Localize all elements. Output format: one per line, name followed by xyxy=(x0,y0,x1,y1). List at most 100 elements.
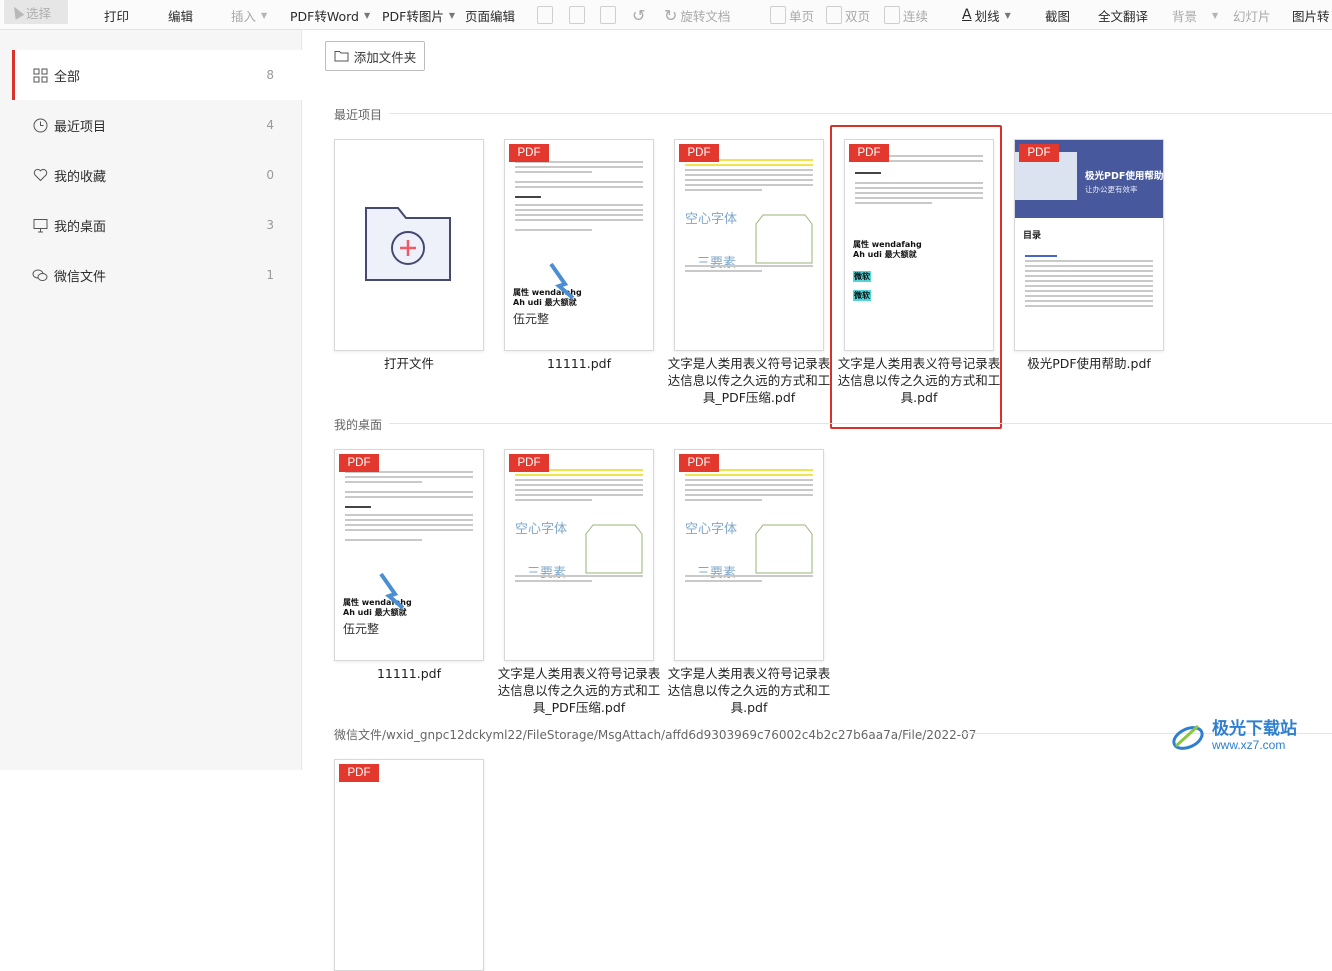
strikethrough-label: 划线 xyxy=(974,8,1000,24)
file-name: 文字是人类用表义符号记录表达信息以传之久远的方式和工具.pdf xyxy=(667,666,831,715)
image-convert-label: 图片转 xyxy=(1292,8,1330,24)
folder-icon xyxy=(334,51,349,62)
heart-font-text: 空心字体 xyxy=(685,212,738,227)
pdf-badge: PDF xyxy=(509,454,549,472)
replace-page-button[interactable] xyxy=(600,0,616,29)
insert-label: 插入 xyxy=(231,8,257,24)
file-name: 文字是人类用表义符号记录表达信息以传之久远的方式和工具_PDF压缩.pdf xyxy=(667,356,831,405)
file-name: 极光PDF使用帮助.pdf xyxy=(1027,356,1151,371)
rotate-doc-label: 旋转文档 xyxy=(680,8,731,24)
full-translate-button[interactable]: 全文翻译 xyxy=(1098,0,1149,29)
single-page-button[interactable]: 单页 xyxy=(770,0,814,29)
pdf-badge: PDF xyxy=(339,454,379,472)
rotate-left-button[interactable]: ↺ xyxy=(632,0,645,29)
single-page-icon xyxy=(770,6,786,24)
sidebar-item-count: 3 xyxy=(266,218,274,232)
sidebar: 全部 8 最近项目 4 我的收藏 0 我的桌面 3 微信文件 1 xyxy=(0,30,302,770)
sidebar-item-recent[interactable]: 最近项目 4 xyxy=(12,100,302,150)
section-title-recent: 最近项目 xyxy=(334,108,383,122)
chevron-down-icon: ▼ xyxy=(1004,10,1011,20)
section-divider xyxy=(389,113,1332,114)
file-name: 11111.pdf xyxy=(546,356,611,371)
slideshow-button[interactable]: 幻灯片 xyxy=(1233,0,1271,29)
grid-icon xyxy=(32,67,48,83)
select-tool-label: 选择 xyxy=(26,5,52,21)
help-subtitle: 让办公更有效率 xyxy=(1085,185,1138,194)
strikethrough-menu[interactable]: A 划线 ▼ xyxy=(962,0,1011,29)
file-thumbnail xyxy=(334,139,484,351)
full-translate-label: 全文翻译 xyxy=(1098,8,1149,24)
screenshot-label: 截图 xyxy=(1045,8,1071,24)
image-convert-button[interactable]: 图片转 xyxy=(1292,0,1330,29)
double-page-label: 双页 xyxy=(845,8,871,24)
wechat-icon xyxy=(32,267,48,283)
chevron-down-icon: ▼ xyxy=(1212,10,1219,20)
add-folder-button[interactable]: 添加文件夹 xyxy=(325,41,425,71)
sidebar-item-favorites[interactable]: 我的收藏 0 xyxy=(12,150,302,200)
pdf-badge: PDF xyxy=(509,144,549,162)
file-name: 文字是人类用表义符号记录表达信息以传之久远的方式和工具_PDF压缩.pdf xyxy=(497,666,661,715)
lightning-icon xyxy=(379,572,405,610)
file-thumbnail: 属性 wendafahg Ah udi 最大额就 伍元整 PDF xyxy=(334,449,484,661)
sidebar-item-count: 0 xyxy=(266,168,274,182)
edit-button[interactable]: 编辑 xyxy=(168,0,194,29)
page-replace-icon xyxy=(600,6,616,24)
rotate-doc-button[interactable]: ↻ 旋转文档 xyxy=(664,0,731,29)
page-preview xyxy=(345,468,473,544)
sidebar-item-count: 8 xyxy=(266,68,274,82)
watermark-url: www.xz7.com xyxy=(1212,738,1286,752)
background-menu[interactable]: 背景 ▼ xyxy=(1172,0,1219,29)
section-divider xyxy=(389,423,1332,424)
pdf-badge: PDF xyxy=(679,454,719,472)
file-thumbnail: 空心字体 三要素 PDF xyxy=(674,139,824,351)
sidebar-item-label: 最近项目 xyxy=(54,119,107,135)
chevron-down-icon: ▼ xyxy=(363,10,371,20)
file-thumbnail: 属性 wendafahg Ah udi 最大额就 伍元整 PDF xyxy=(504,139,654,351)
add-folder-icon xyxy=(365,207,451,281)
cursor-icon xyxy=(9,4,25,20)
pdf-to-image-menu[interactable]: PDF转图片 ▼ xyxy=(382,0,455,29)
screenshot-button[interactable]: 截图 xyxy=(1045,0,1071,29)
rotate-right-icon: ↻ xyxy=(664,5,678,25)
continuous-button[interactable]: 连续 xyxy=(884,0,928,29)
strikethrough-icon: A xyxy=(962,7,972,23)
sidebar-item-all[interactable]: 全部 8 xyxy=(12,50,302,100)
page-edit-label: 页面编辑 xyxy=(465,8,516,24)
edit-label: 编辑 xyxy=(168,8,194,24)
double-page-button[interactable]: 双页 xyxy=(826,0,871,29)
insert-page-button[interactable] xyxy=(569,0,585,29)
logo-icon xyxy=(1172,724,1204,750)
clock-icon xyxy=(32,117,48,133)
pdf-to-word-menu[interactable]: PDF转Word ▼ xyxy=(290,0,371,29)
heart-font-text: 空心字体 xyxy=(515,522,568,537)
octagon-shape xyxy=(585,524,643,574)
print-button[interactable]: 打印 xyxy=(104,0,129,29)
heart-font-text: 空心字体 xyxy=(685,522,738,537)
file-name: 文字是人类用表义符号记录表达信息以传之久远的方式和工具.pdf xyxy=(837,356,1001,405)
monitor-icon xyxy=(32,217,48,233)
pdf-badge: PDF xyxy=(1019,144,1059,162)
pdf-badge: PDF xyxy=(849,144,889,162)
page-edit-button[interactable]: 页面编辑 xyxy=(465,0,516,29)
pdf-badge: PDF xyxy=(339,764,379,782)
insert-menu[interactable]: 插入 ▼ xyxy=(231,0,267,29)
watermark-text: 极光下载站 xyxy=(1212,719,1297,739)
page-preview xyxy=(1025,252,1153,310)
file-thumbnail: 空心字体 三要素 PDF xyxy=(674,449,824,661)
toolbar: 选择 打印 编辑 插入 ▼ PDF转Word ▼ PDF转图片 ▼ 页面编辑 ↺ ↻ 旋… xyxy=(0,0,1332,30)
select-tool-button[interactable]: 选择 xyxy=(4,0,68,24)
sidebar-item-label: 我的收藏 xyxy=(54,169,107,185)
section-title-wechat-path: 微信文件/wxid_gnpc12dckyml22/FileStorage/Msg… xyxy=(334,728,977,742)
sidebar-item-label: 全部 xyxy=(54,69,81,85)
slideshow-label: 幻灯片 xyxy=(1233,8,1271,24)
extract-page-button[interactable] xyxy=(537,0,553,29)
page-insert-icon xyxy=(569,6,585,24)
background-label: 背景 xyxy=(1172,8,1198,24)
watermark: 极光下载站 www.xz7.com xyxy=(1170,718,1297,754)
file-thumbnail: 属性 wendafahg Ah udi 最大额就 微软 微软 PDF xyxy=(844,139,994,351)
sidebar-item-count: 1 xyxy=(266,268,274,282)
sidebar-item-wechat[interactable]: 微信文件 1 xyxy=(12,250,302,300)
pdf-to-word-label: PDF转Word xyxy=(290,8,359,24)
sidebar-item-desktop[interactable]: 我的桌面 3 xyxy=(12,200,302,250)
file-thumbnail: 空心字体 三要素 PDF xyxy=(504,449,654,661)
